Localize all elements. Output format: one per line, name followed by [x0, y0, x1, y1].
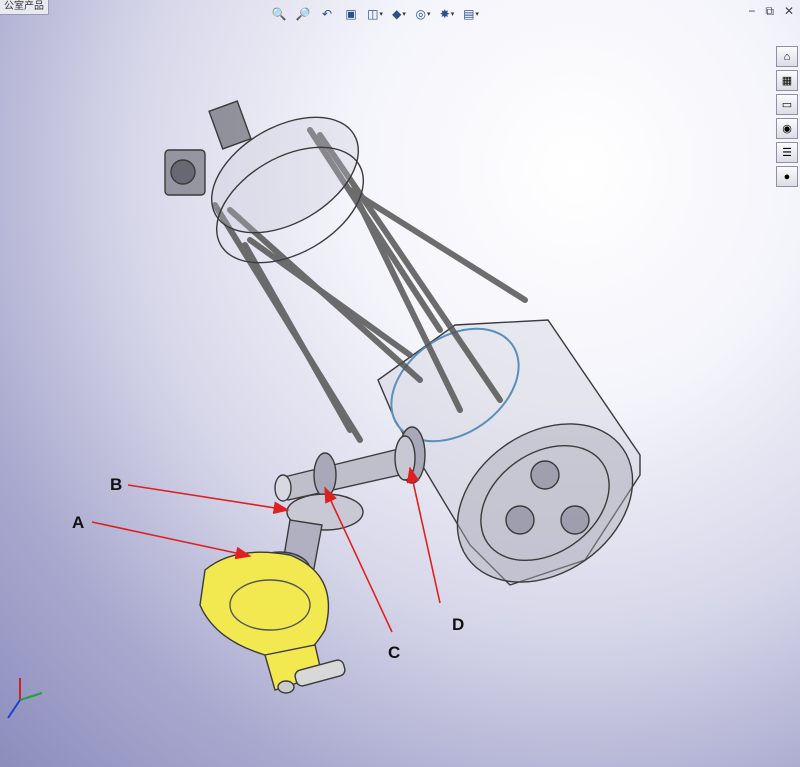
base-plate: [199, 551, 346, 694]
callout-label-b: B: [110, 475, 122, 494]
callout-label-d: D: [452, 615, 464, 634]
coordinate-triad-icon: [7, 678, 43, 719]
altitude-shaft: [274, 426, 426, 502]
callout-label-c: C: [388, 643, 400, 662]
callout-arrow-b: [127, 484, 290, 515]
callout-label-a: A: [72, 513, 84, 532]
telescope-model[interactable]: A B C D: [0, 0, 800, 767]
callout-arrow-a: [91, 521, 252, 560]
